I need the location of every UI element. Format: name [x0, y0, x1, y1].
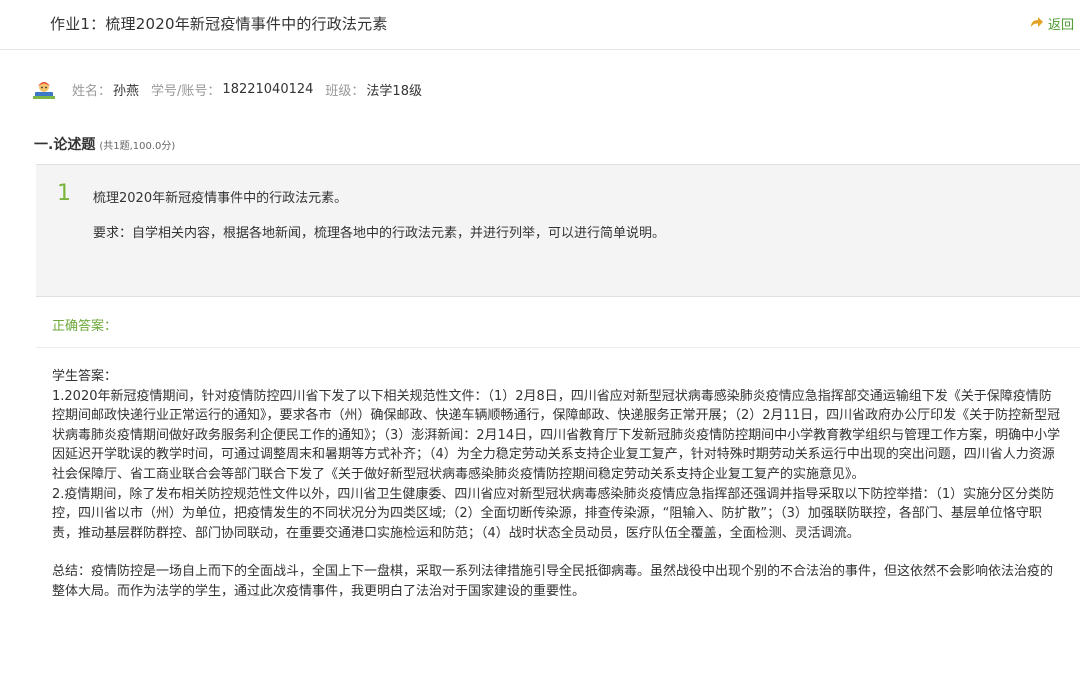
section-meta: (共1题,100.0分): [99, 141, 176, 152]
student-answer: 学生答案： 1.2020年新冠疫情期间，针对疫情防控四川省下发了以下相关规范性文…: [52, 367, 1062, 602]
question-requirement: 要求：自学相关内容，根据各地新闻，梳理各地中的行政法元素，并进行列举，可以进行简…: [93, 226, 666, 241]
back-label: 返回: [1047, 18, 1074, 33]
student-id: 18221040124: [222, 81, 314, 97]
question-box: 1 梳理2020年新冠疫情事件中的行政法元素。 要求：自学相关内容，根据各地新闻…: [36, 164, 1080, 296]
name-label: 姓名：: [72, 83, 112, 99]
assignment-title: 作业1：梳理2020年新冠疫情事件中的行政法元素: [50, 15, 388, 33]
answer-paragraph-2: 2.疫情期间，除了发布相关防控规范性文件以外，四川省卫生健康委、四川省应对新型冠…: [52, 486, 1055, 541]
student-info: 姓名： 孙燕 学号/账号： 18221040124 班级： 法学18级: [33, 79, 434, 99]
back-arrow-icon: [1030, 16, 1044, 31]
question-number: 1: [57, 181, 71, 206]
correct-answer-label: 正确答案：: [52, 319, 118, 334]
back-button[interactable]: 返回: [1030, 14, 1074, 33]
student-answer-label: 学生答案：: [52, 369, 118, 384]
id-label: 学号/账号：: [151, 83, 221, 99]
class-label: 班级：: [325, 83, 365, 99]
student-name: 孙燕: [113, 83, 140, 99]
student-avatar: [33, 79, 55, 99]
answer-summary: 总结：疫情防控是一场自上而下的全面战斗，全国上下一盘棋，采取一系列法律措施引导全…: [52, 564, 1054, 599]
correct-answer-bar: 正确答案：: [36, 296, 1080, 348]
student-class: 法学18级: [366, 83, 422, 99]
section-title: 一.论述题 (共1题,100.0分): [34, 134, 175, 154]
section-name: 一.论述题: [34, 137, 96, 153]
page-header: 作业1：梳理2020年新冠疫情事件中的行政法元素 返回: [0, 0, 1080, 50]
question-text: 梳理2020年新冠疫情事件中的行政法元素。: [93, 191, 348, 206]
answer-paragraph-1: 1.2020年新冠疫情期间，针对疫情防控四川省下发了以下相关规范性文件：（1）2…: [52, 388, 1061, 482]
